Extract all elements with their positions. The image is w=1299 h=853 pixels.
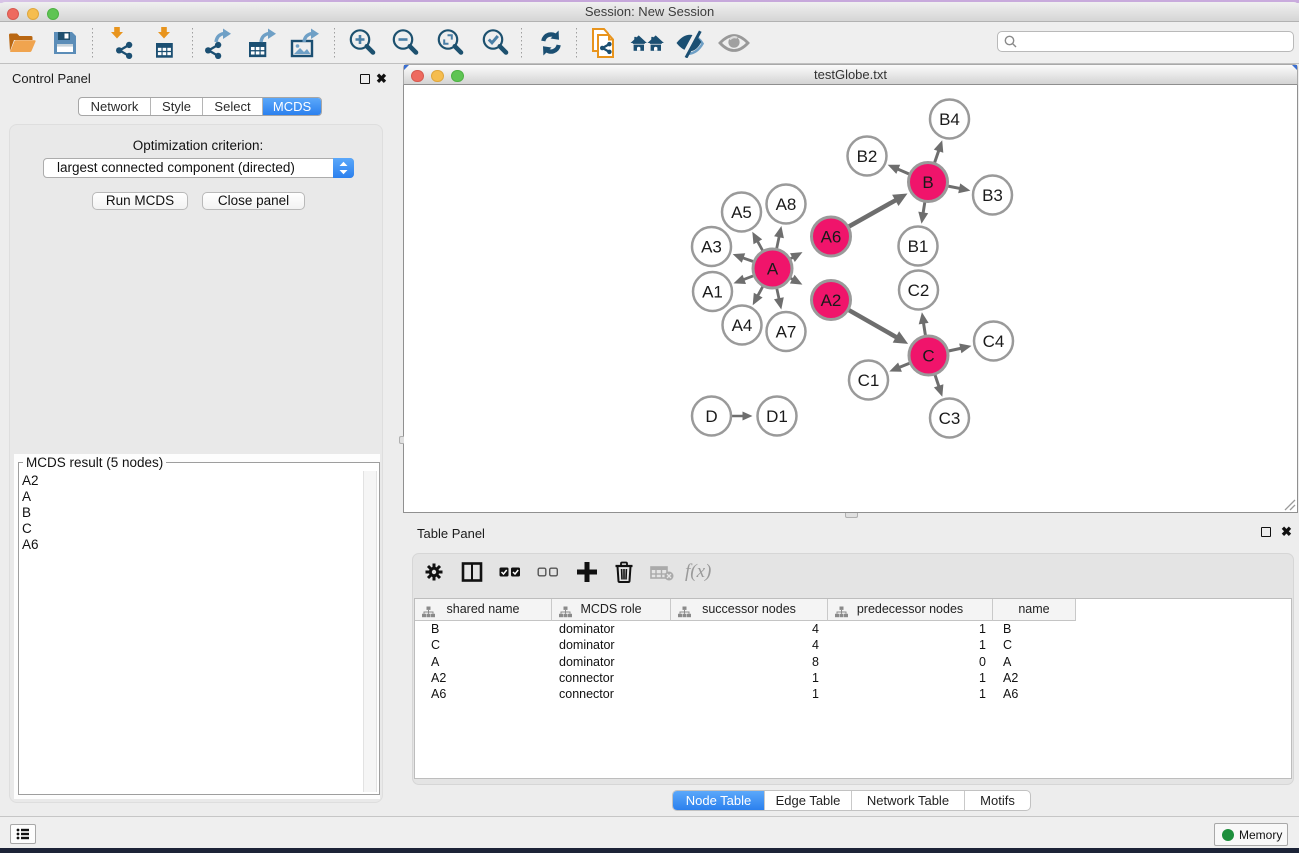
svg-text:B: B bbox=[922, 173, 933, 192]
svg-text:A1: A1 bbox=[702, 283, 723, 302]
svg-text:A2: A2 bbox=[821, 291, 842, 310]
svg-text:C4: C4 bbox=[983, 332, 1005, 351]
svg-text:D: D bbox=[705, 407, 717, 426]
svg-text:A5: A5 bbox=[731, 203, 752, 222]
svg-text:B4: B4 bbox=[939, 110, 960, 129]
svg-text:A: A bbox=[767, 260, 779, 279]
svg-text:C: C bbox=[922, 347, 934, 366]
svg-text:A8: A8 bbox=[776, 195, 797, 214]
svg-text:B2: B2 bbox=[857, 147, 878, 166]
svg-text:C3: C3 bbox=[939, 409, 961, 428]
svg-text:D1: D1 bbox=[766, 407, 788, 426]
svg-text:C2: C2 bbox=[908, 281, 930, 300]
svg-text:A7: A7 bbox=[776, 323, 797, 342]
svg-text:B3: B3 bbox=[982, 186, 1003, 205]
svg-text:B1: B1 bbox=[908, 237, 929, 256]
svg-text:A3: A3 bbox=[701, 238, 722, 257]
svg-text:C1: C1 bbox=[858, 371, 880, 390]
svg-text:A6: A6 bbox=[821, 228, 842, 247]
svg-text:A4: A4 bbox=[732, 316, 753, 335]
